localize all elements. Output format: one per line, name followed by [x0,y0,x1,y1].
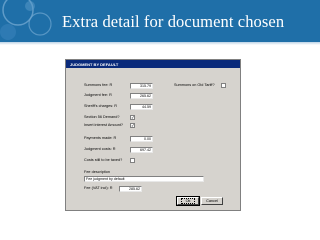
costs-to-be-taxed-checkbox[interactable] [130,158,135,163]
slide-header: Extra detail for document chosen [0,0,320,42]
checkmark-icon: ✓ [131,123,135,128]
cancel-button[interactable]: Cancel [201,197,223,205]
section-56-demand-checkbox[interactable]: ✓ [130,115,135,120]
payments-made-label: Payments made: R [84,136,117,140]
insert-interest-label: Insert interest Amount? [84,123,124,127]
sheriffs-charges-label: Sheriff's charges: R [84,104,117,108]
decorative-circles-icon [0,0,52,40]
ok-button-label: Ok [180,198,196,204]
summons-old-tariff-checkbox[interactable] [221,83,226,88]
fee-description-field[interactable]: Fee judgment by default [84,176,204,182]
summons-fee-label: Summons fee: R [84,83,113,87]
dialog-titlebar: JUDGMENT BY DEFAULT [66,60,240,68]
section-56-demand-label: Section 56 Demand? [84,115,120,119]
judgment-costs-label: Judgment costs: R [84,147,116,151]
summons-old-tariff-label: Summons on Old Tariff? [174,83,215,87]
checkmark-icon: ✓ [131,115,135,120]
dialog-title: JUDGMENT BY DEFAULT [70,61,119,67]
slide-title: Extra detail for document chosen [62,12,285,31]
fee-vat-field[interactable]: 285.62 [119,186,142,192]
fee-description-label: Fee description [84,170,110,174]
judgment-costs-field[interactable]: 697.42 [130,147,153,153]
insert-interest-checkbox[interactable]: ✓ [130,123,135,128]
ok-button[interactable]: Ok [176,196,200,206]
sheriffs-charges-field[interactable]: 44.59 [130,104,153,110]
payments-made-field[interactable]: 0.00 [130,136,153,142]
fee-vat-label: Fee (VAT incl): R [84,186,113,190]
costs-to-be-taxed-label: Costs still to be taxed? [84,158,123,162]
summons-fee-field[interactable]: 315.79 [130,83,153,89]
header-divider [0,42,320,45]
judgment-dialog: JUDGMENT BY DEFAULT Summons fee: R 315.7… [65,59,241,211]
judgment-fee-field[interactable]: 265.62 [130,93,153,99]
judgment-fee-label: Judgment fee: R [84,93,112,97]
